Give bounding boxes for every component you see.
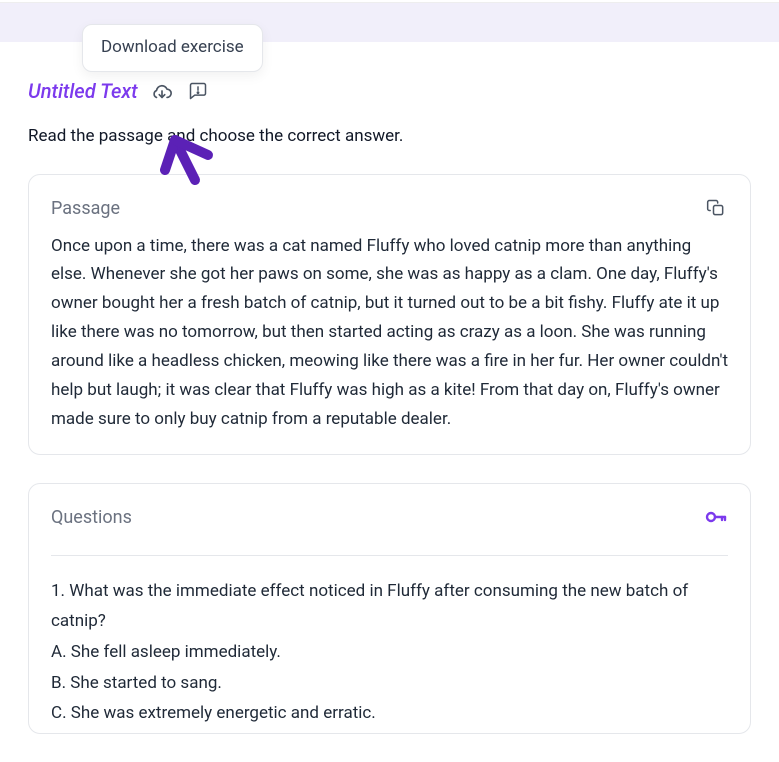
- question-option-c[interactable]: C. She was extremely energetic and errat…: [51, 698, 728, 729]
- questions-heading: Questions: [51, 504, 132, 531]
- question-prompt: 1. What was the immediate effect noticed…: [51, 576, 728, 637]
- copy-icon[interactable]: [704, 196, 728, 220]
- questions-card-header: Questions: [51, 504, 728, 531]
- passage-card-header: Passage: [51, 195, 728, 222]
- cloud-download-icon[interactable]: [150, 79, 174, 103]
- instructions-text: Read the passage and choose the correct …: [28, 124, 751, 150]
- report-icon[interactable]: [186, 79, 210, 103]
- question-option-a[interactable]: A. She fell asleep immediately.: [51, 637, 728, 668]
- questions-divider: [51, 555, 728, 556]
- tooltip-label: Download exercise: [101, 37, 244, 57]
- question-1: 1. What was the immediate effect noticed…: [51, 576, 728, 729]
- passage-heading: Passage: [51, 195, 120, 222]
- download-tooltip: Download exercise: [82, 24, 263, 72]
- passage-body: Once upon a time, there was a cat named …: [51, 232, 728, 434]
- page-content: Download exercise Untitled Text Read the…: [0, 42, 779, 734]
- question-option-b[interactable]: B. She started to sang.: [51, 668, 728, 699]
- key-icon[interactable]: [704, 505, 728, 529]
- title-row: Untitled Text: [28, 76, 751, 106]
- questions-card: Questions 1. What was the immediate effe…: [28, 483, 751, 734]
- passage-card: Passage Once upon a time, there was a ca…: [28, 174, 751, 455]
- page-title[interactable]: Untitled Text: [28, 76, 138, 106]
